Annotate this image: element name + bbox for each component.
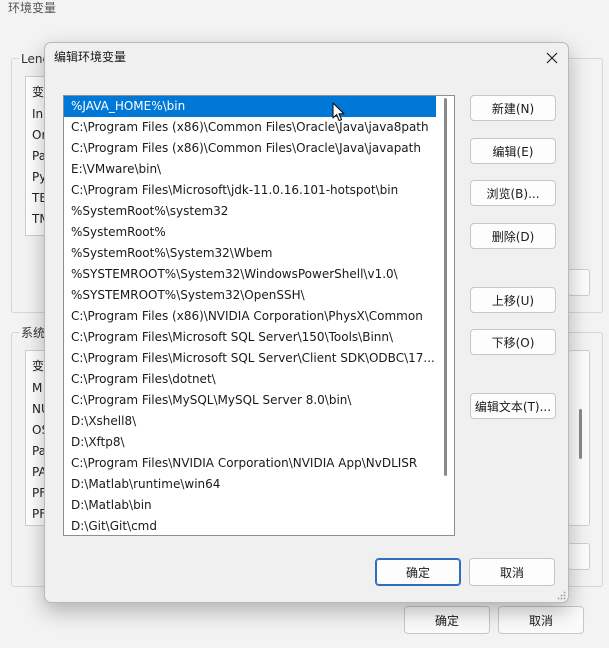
path-list-item[interactable]: C:\Program Files\NVIDIA Corporation\NVID… xyxy=(64,453,436,474)
list-item[interactable]: M xyxy=(32,381,42,395)
path-list-item[interactable]: C:\Program Files (x86)\Common Files\Orac… xyxy=(64,117,436,138)
dialog-title: 编辑环境变量 xyxy=(54,50,127,64)
edit-environment-variable-dialog: 编辑环境变量 %JAVA_HOME%\bin C:\Program Files … xyxy=(44,42,569,603)
path-list-item[interactable]: %SystemRoot% xyxy=(64,222,436,243)
cancel-button[interactable]: 取消 xyxy=(469,558,555,586)
scrollbar-thumb[interactable] xyxy=(444,98,447,476)
path-list-item[interactable]: D:\Matlab\bin xyxy=(64,495,436,516)
path-list-item[interactable]: C:\Program Files\Microsoft SQL Server\15… xyxy=(64,327,436,348)
path-list-item[interactable]: C:\Program Files (x86)\NVIDIA Corporatio… xyxy=(64,306,436,327)
move-down-button[interactable]: 下移(O) xyxy=(470,329,556,355)
list-item[interactable]: In xyxy=(32,107,43,121)
path-list-item[interactable]: %SystemRoot%\system32 xyxy=(64,201,436,222)
system-variables-list[interactable]: 变 M NU OS Pa PA PF PF xyxy=(25,350,50,526)
path-list-item-selected[interactable]: %JAVA_HOME%\bin xyxy=(64,96,436,117)
path-list-item[interactable]: %SYSTEMROOT%\System32\WindowsPowerShell\… xyxy=(64,264,436,285)
mouse-pointer-icon xyxy=(332,102,345,122)
system-variables-group-label: 系统 xyxy=(19,326,48,340)
close-icon xyxy=(546,52,558,64)
user-delete-button-edge[interactable] xyxy=(568,269,590,296)
path-list-item[interactable]: D:\Xshell8\ xyxy=(64,411,436,432)
vertical-scrollbar[interactable] xyxy=(442,98,452,535)
delete-button[interactable]: 删除(D) xyxy=(470,223,556,249)
path-list[interactable]: %JAVA_HOME%\bin C:\Program Files (x86)\C… xyxy=(63,95,455,536)
scrollbar-thumb[interactable] xyxy=(579,409,582,459)
system-list-right-edge xyxy=(568,350,590,526)
list-header: 变 xyxy=(32,85,45,99)
browse-button[interactable]: 浏览(B)... xyxy=(470,180,556,206)
resize-grip-icon[interactable] xyxy=(556,590,566,600)
path-list-item[interactable]: %SystemRoot%\System32\Wbem xyxy=(64,243,436,264)
path-list-item[interactable]: C:\Program Files\Microsoft SQL Server\Cl… xyxy=(64,348,436,369)
path-list-item[interactable]: C:\Program Files\MySQL\MySQL Server 8.0\… xyxy=(64,390,436,411)
path-list-item[interactable]: C:\Program Files\dotnet\ xyxy=(64,369,436,390)
path-list-item[interactable]: E:\VMware\bin\ xyxy=(64,159,436,180)
new-button[interactable]: 新建(N) xyxy=(470,95,556,121)
list-header: 变 xyxy=(32,359,45,373)
edit-text-button[interactable]: 编辑文本(T)... xyxy=(470,393,556,419)
window-ok-button[interactable]: 确定 xyxy=(404,606,490,634)
path-list-item[interactable]: D:\Git\Git\cmd xyxy=(64,516,436,535)
system-delete-button-edge[interactable] xyxy=(568,543,590,570)
window-cancel-button[interactable]: 取消 xyxy=(498,606,584,634)
path-list-item[interactable]: C:\Program Files\Microsoft\jdk-11.0.16.1… xyxy=(64,180,436,201)
move-up-button[interactable]: 上移(U) xyxy=(470,287,556,313)
path-list-item[interactable]: %SYSTEMROOT%\System32\OpenSSH\ xyxy=(64,285,436,306)
user-variables-list[interactable]: 变 In Or Pa Py TE TM xyxy=(25,76,50,236)
edit-button[interactable]: 编辑(E) xyxy=(470,138,556,164)
close-button[interactable] xyxy=(541,47,563,69)
path-list-item[interactable]: D:\Xftp8\ xyxy=(64,432,436,453)
path-list-item[interactable]: C:\Program Files (x86)\Common Files\Orac… xyxy=(64,138,436,159)
window-title: 环境变量 xyxy=(8,1,57,15)
path-list-item[interactable]: D:\Matlab\runtime\win64 xyxy=(64,474,436,495)
ok-button[interactable]: 确定 xyxy=(375,558,461,586)
